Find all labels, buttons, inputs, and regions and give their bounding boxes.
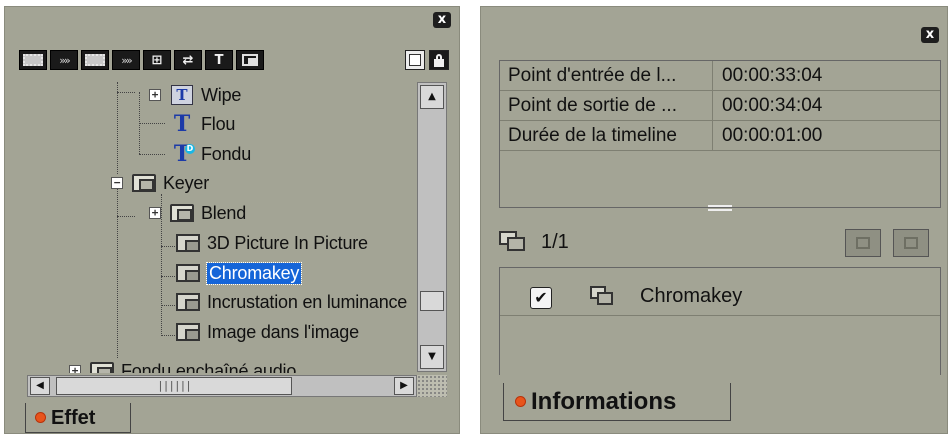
lock-button[interactable] — [429, 50, 449, 70]
tree-item-label: 3D Picture In Picture — [207, 232, 368, 253]
document-icon — [409, 54, 421, 66]
tab-indicator-icon — [36, 413, 45, 422]
transition-filter-button[interactable]: »» — [50, 50, 78, 70]
tab-informations[interactable]: Informations — [503, 383, 731, 421]
title-text-icon: T — [173, 111, 191, 137]
film-strip-filter-button-2[interactable] — [81, 50, 109, 70]
page-counter: 1/1 — [541, 231, 569, 253]
info-row-value: 00:00:34:04 — [722, 95, 823, 116]
tree-item-label: Incrustation en luminance — [207, 291, 408, 312]
title-filter-button[interactable]: T — [205, 50, 233, 70]
expand-icon[interactable]: + — [69, 365, 81, 373]
picture-in-picture-icon — [175, 232, 201, 254]
info-row: Point d'entrée de l... 00:00:33:04 — [500, 61, 940, 91]
tree-item-label: Wipe — [201, 84, 242, 105]
vertical-scroll-thumb[interactable] — [420, 291, 444, 311]
keyer-icon: ⊞ — [151, 52, 163, 68]
info-row: Point de sortie de ... 00:00:34:04 — [500, 91, 940, 121]
effects-stack-icon — [499, 231, 525, 253]
tree-item-fondu-audio[interactable]: + Fondu enchaîné audio — [69, 358, 296, 373]
tree-item-fondu[interactable]: TD Fondu — [169, 141, 251, 167]
transition-filter-button-2[interactable]: »» — [112, 50, 140, 70]
tree-item-label: Blend — [201, 202, 247, 223]
info-row-label: Point d'entrée de l... — [508, 65, 677, 86]
info-row-label: Point de sortie de ... — [508, 95, 677, 116]
close-button[interactable]: x — [433, 12, 451, 28]
close-button[interactable]: x — [921, 27, 939, 43]
applied-effects-list: ✔ Chromakey — [499, 267, 941, 375]
tree-item-3d-picture-in-picture[interactable]: 3D Picture In Picture — [175, 230, 368, 256]
tree-item-image-dans-image[interactable]: Image dans l'image — [175, 319, 359, 345]
scroll-down-arrow-icon[interactable]: ▼ — [420, 345, 444, 369]
effects-toolbar: »» »» ⊞ ⇄ T — [19, 50, 264, 70]
tree-item-keyer[interactable]: − Keyer — [111, 170, 209, 196]
splitter-handle[interactable] — [708, 205, 732, 211]
expand-icon[interactable]: + — [149, 89, 161, 101]
info-table: Point d'entrée de l... 00:00:33:04 Point… — [499, 60, 941, 208]
horizontal-scroll-thumb[interactable]: |||||| — [56, 377, 292, 395]
tab-label: Effet — [51, 406, 96, 429]
folder-icon — [131, 172, 157, 194]
properties-icon — [856, 237, 870, 249]
tree-item-label: Flou — [201, 113, 236, 134]
picture-in-picture-icon — [175, 291, 201, 313]
vertical-scrollbar[interactable]: ▲ ▼ — [417, 82, 447, 372]
film-strip-icon — [85, 54, 105, 66]
info-row-value: 00:00:33:04 — [722, 65, 823, 86]
tree-item-label: Keyer — [163, 172, 210, 193]
effects-tree: + T Wipe T Flou TD Fondu − Keyer + Blend… — [19, 82, 415, 373]
scroll-left-arrow-icon[interactable]: ◀ — [30, 377, 50, 395]
tab-effet[interactable]: Effet — [25, 403, 131, 433]
tab-label: Informations — [531, 387, 677, 415]
horizontal-scrollbar[interactable]: ◀ |||||| ▶ — [27, 375, 417, 397]
tree-item-blend[interactable]: + Blend — [149, 200, 246, 226]
tree-item-wipe[interactable]: + T Wipe — [149, 82, 241, 108]
effect-name: Chromakey — [640, 285, 743, 307]
picture-in-picture-icon — [175, 262, 201, 284]
transition-arrows-icon: »» — [121, 53, 133, 67]
info-row-value: 00:00:01:00 — [722, 125, 823, 146]
list-item[interactable]: ✔ Chromakey — [500, 280, 940, 316]
keyer-filter-button[interactable]: ⊞ — [143, 50, 171, 70]
pip-filter-button[interactable] — [236, 50, 264, 70]
picture-in-picture-icon — [175, 321, 201, 343]
informations-panel: x Point d'entrée de l... 00:00:33:04 Poi… — [480, 6, 948, 434]
tree-item-incrustation[interactable]: Incrustation en luminance — [175, 289, 407, 315]
picture-in-picture-icon — [590, 286, 614, 308]
transition-arrows-icon: »» — [59, 53, 71, 67]
effects-panel: x »» »» ⊞ ⇄ T + T Wipe T Flou T D Fondu … — [4, 6, 460, 434]
scroll-right-arrow-icon[interactable]: ▶ — [394, 377, 414, 395]
film-strip-icon — [23, 54, 43, 66]
scroll-up-arrow-icon[interactable]: ▲ — [420, 85, 444, 109]
title-text-icon: T — [169, 84, 195, 106]
info-row: Durée de la timeline 00:00:01:00 — [500, 121, 940, 151]
delete-effect-button[interactable] — [893, 229, 929, 257]
tree-item-flou[interactable]: T Flou — [169, 111, 236, 137]
info-row-label: Durée de la timeline — [508, 125, 677, 146]
collapse-icon[interactable]: − — [111, 177, 123, 189]
film-strip-filter-button[interactable] — [19, 50, 47, 70]
effect-properties-button[interactable] — [845, 229, 881, 257]
tree-item-label: Fondu enchaîné audio — [121, 360, 297, 374]
tree-item-chromakey[interactable]: Chromakey — [175, 260, 303, 286]
keyer-arrows-filter-button[interactable]: ⇄ — [174, 50, 202, 70]
keyer-arrows-icon: ⇄ — [182, 52, 194, 68]
title-fade-icon: TD — [173, 141, 195, 167]
tree-item-label: Image dans l'image — [207, 321, 359, 342]
resize-grip[interactable] — [417, 375, 447, 397]
expand-icon[interactable]: + — [149, 207, 161, 219]
folder-icon — [89, 360, 115, 373]
picture-in-picture-icon — [242, 54, 258, 66]
view-toggle-button[interactable] — [405, 50, 425, 70]
trash-icon — [904, 237, 918, 249]
title-text-icon: T — [214, 52, 224, 68]
tree-item-label: Fondu — [201, 143, 252, 164]
tree-guide — [117, 82, 118, 174]
enable-effect-checkbox[interactable]: ✔ — [530, 287, 552, 309]
tab-indicator-icon — [516, 397, 525, 406]
tree-item-label: Chromakey — [205, 261, 303, 285]
folder-icon — [169, 202, 195, 224]
